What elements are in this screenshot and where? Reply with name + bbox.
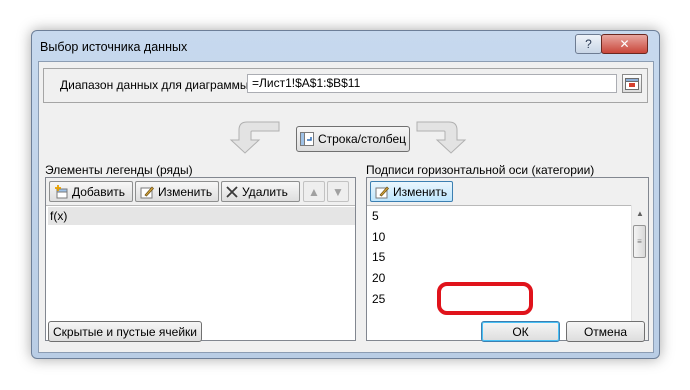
add-series-label: Добавить <box>72 184 126 199</box>
range-select-icon <box>625 77 639 90</box>
curved-arrow-right-icon <box>416 121 467 154</box>
scroll-up-icon[interactable]: ▲ <box>632 205 648 221</box>
delete-icon <box>226 185 238 198</box>
axis-labels-heading: Подписи горизонтальной оси (категории) <box>366 163 595 177</box>
edit-icon <box>375 185 389 198</box>
help-button[interactable]: ? <box>575 34 602 54</box>
edit-series-label: Изменить <box>158 184 213 199</box>
add-series-button[interactable]: Добавить <box>49 181 133 202</box>
axis-labels-scrollbar[interactable]: ▲ ≡ ▼ <box>631 205 648 340</box>
move-down-icon: ▼ <box>332 184 344 199</box>
data-range-group: Диапазон данных для диаграммы: =Лист1!$A… <box>43 68 648 103</box>
switch-row-column-button[interactable]: Строка/столбец <box>296 126 410 152</box>
data-range-label: Диапазон данных для диаграммы: <box>60 78 252 92</box>
category-list-item[interactable]: 10 <box>370 228 385 246</box>
close-button[interactable]: ✕ <box>601 34 648 54</box>
ok-button-highlight <box>437 282 533 315</box>
switch-row-column-icon <box>299 132 314 146</box>
category-list-item[interactable]: 20 <box>370 269 385 287</box>
dialog-window: Выбор источника данных ? ✕ Диапазон данн… <box>31 30 660 359</box>
curved-arrow-left-icon <box>229 121 280 154</box>
edit-series-button[interactable]: Изменить <box>135 181 219 202</box>
move-down-button[interactable]: ▼ <box>327 181 349 202</box>
dialog-title: Выбор источника данных <box>40 40 188 54</box>
delete-series-label: Удалить <box>242 184 288 199</box>
hidden-empty-cells-button[interactable]: Скрытые и пустые ячейки <box>48 321 202 342</box>
edit-icon <box>140 185 154 198</box>
series-list-item[interactable]: f(x) <box>48 207 355 225</box>
edit-axis-labels-label: Изменить <box>393 184 448 199</box>
category-list-item[interactable]: 15 <box>370 248 385 266</box>
axis-toolbar: Изменить <box>367 178 648 206</box>
switch-row-column-label: Строка/столбец <box>317 132 407 146</box>
edit-axis-labels-button[interactable]: Изменить <box>370 181 453 202</box>
move-up-icon: ▲ <box>308 184 320 199</box>
category-list-item[interactable]: 5 <box>370 207 379 225</box>
delete-series-button[interactable]: Удалить <box>221 181 300 202</box>
axis-labels-panel: Изменить 5 10 15 20 25 ▲ ≡ ▼ <box>366 177 649 341</box>
legend-toolbar: Добавить Изменить Удалить ▲ ▼ <box>46 178 355 206</box>
legend-entries-heading: Элементы легенды (ряды) <box>45 163 193 177</box>
legend-series-panel: Добавить Изменить Удалить ▲ ▼ f(x) <box>45 177 356 341</box>
dialog-client-area: Диапазон данных для диаграммы: =Лист1!$A… <box>38 61 654 353</box>
scroll-thumb[interactable]: ≡ <box>633 225 646 258</box>
ok-button[interactable]: ОК <box>481 321 560 342</box>
cancel-button[interactable]: Отмена <box>566 321 645 342</box>
add-icon <box>55 184 68 198</box>
range-picker-button[interactable] <box>622 74 642 93</box>
move-up-button[interactable]: ▲ <box>303 181 325 202</box>
category-list-item[interactable]: 25 <box>370 290 385 308</box>
data-range-input[interactable]: =Лист1!$A$1:$B$11 <box>247 74 617 93</box>
